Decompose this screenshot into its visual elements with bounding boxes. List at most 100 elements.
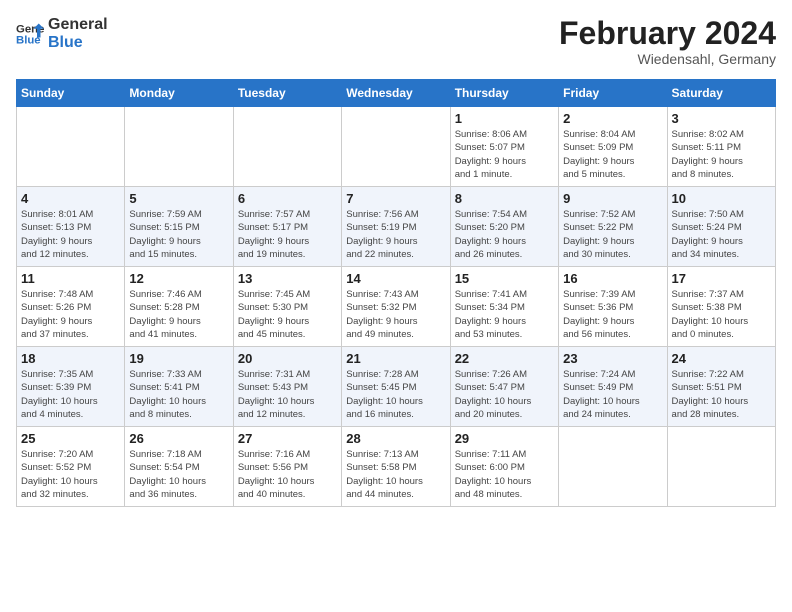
calendar-body: 1 Sunrise: 8:06 AM Sunset: 5:07 PM Daylig… bbox=[17, 107, 776, 507]
calendar-cell: 15 Sunrise: 7:41 AM Sunset: 5:34 PM Dayli… bbox=[450, 267, 558, 347]
day-number: 15 bbox=[455, 271, 554, 286]
day-info: Sunrise: 7:41 AM Sunset: 5:34 PM Dayligh… bbox=[455, 288, 554, 341]
calendar-cell bbox=[667, 427, 775, 507]
calendar-cell bbox=[559, 427, 667, 507]
day-info: Sunrise: 8:01 AM Sunset: 5:13 PM Dayligh… bbox=[21, 208, 120, 261]
calendar-table: SundayMondayTuesdayWednesdayThursdayFrid… bbox=[16, 79, 776, 507]
day-number: 4 bbox=[21, 191, 120, 206]
day-number: 16 bbox=[563, 271, 662, 286]
header-day-thursday: Thursday bbox=[450, 80, 558, 107]
day-number: 1 bbox=[455, 111, 554, 126]
calendar-header: SundayMondayTuesdayWednesdayThursdayFrid… bbox=[17, 80, 776, 107]
calendar-week-3: 18 Sunrise: 7:35 AM Sunset: 5:39 PM Dayli… bbox=[17, 347, 776, 427]
calendar-cell: 18 Sunrise: 7:35 AM Sunset: 5:39 PM Dayli… bbox=[17, 347, 125, 427]
calendar-cell: 13 Sunrise: 7:45 AM Sunset: 5:30 PM Dayli… bbox=[233, 267, 341, 347]
day-info: Sunrise: 7:35 AM Sunset: 5:39 PM Dayligh… bbox=[21, 368, 120, 421]
month-title: February 2024 bbox=[559, 16, 776, 51]
logo-icon: General Blue bbox=[16, 20, 44, 48]
logo: General Blue General Blue bbox=[16, 16, 108, 51]
calendar-cell: 14Sunrise: 7:43 AM Sunset: 5:32 PM Dayli… bbox=[342, 267, 450, 347]
calendar-cell: 21 Sunrise: 7:28 AM Sunset: 5:45 PM Dayli… bbox=[342, 347, 450, 427]
day-info: Sunrise: 7:26 AM Sunset: 5:47 PM Dayligh… bbox=[455, 368, 554, 421]
day-info: Sunrise: 7:31 AM Sunset: 5:43 PM Dayligh… bbox=[238, 368, 337, 421]
day-info: Sunrise: 7:33 AM Sunset: 5:41 PM Dayligh… bbox=[129, 368, 228, 421]
calendar-cell: 9 Sunrise: 7:52 AM Sunset: 5:22 PM Daylig… bbox=[559, 187, 667, 267]
day-number: 3 bbox=[672, 111, 771, 126]
calendar-cell: 24 Sunrise: 7:22 AM Sunset: 5:51 PM Dayli… bbox=[667, 347, 775, 427]
day-number: 14 bbox=[346, 271, 445, 286]
calendar-cell: 26 Sunrise: 7:18 AM Sunset: 5:54 PM Dayli… bbox=[125, 427, 233, 507]
day-number: 26 bbox=[129, 431, 228, 446]
day-info: Sunrise: 7:37 AM Sunset: 5:38 PM Dayligh… bbox=[672, 288, 771, 341]
calendar-cell: 6Sunrise: 7:57 AM Sunset: 5:17 PM Daylig… bbox=[233, 187, 341, 267]
day-info: Sunrise: 8:06 AM Sunset: 5:07 PM Dayligh… bbox=[455, 128, 554, 181]
day-number: 27 bbox=[238, 431, 337, 446]
header-day-tuesday: Tuesday bbox=[233, 80, 341, 107]
calendar-week-0: 1 Sunrise: 8:06 AM Sunset: 5:07 PM Daylig… bbox=[17, 107, 776, 187]
calendar-cell: 23Sunrise: 7:24 AM Sunset: 5:49 PM Dayli… bbox=[559, 347, 667, 427]
calendar-cell: 12Sunrise: 7:46 AM Sunset: 5:28 PM Dayli… bbox=[125, 267, 233, 347]
day-info: Sunrise: 7:52 AM Sunset: 5:22 PM Dayligh… bbox=[563, 208, 662, 261]
calendar-cell: 2Sunrise: 8:04 AM Sunset: 5:09 PM Daylig… bbox=[559, 107, 667, 187]
header-day-friday: Friday bbox=[559, 80, 667, 107]
header-day-saturday: Saturday bbox=[667, 80, 775, 107]
day-number: 9 bbox=[563, 191, 662, 206]
logo-general-text: General bbox=[48, 16, 108, 34]
calendar-cell: 10 Sunrise: 7:50 AM Sunset: 5:24 PM Dayli… bbox=[667, 187, 775, 267]
calendar-cell: 22 Sunrise: 7:26 AM Sunset: 5:47 PM Dayli… bbox=[450, 347, 558, 427]
day-number: 2 bbox=[563, 111, 662, 126]
day-info: Sunrise: 7:50 AM Sunset: 5:24 PM Dayligh… bbox=[672, 208, 771, 261]
calendar-week-1: 4 Sunrise: 8:01 AM Sunset: 5:13 PM Daylig… bbox=[17, 187, 776, 267]
calendar-cell: 3 Sunrise: 8:02 AM Sunset: 5:11 PM Daylig… bbox=[667, 107, 775, 187]
calendar-cell: 19Sunrise: 7:33 AM Sunset: 5:41 PM Dayli… bbox=[125, 347, 233, 427]
day-info: Sunrise: 7:48 AM Sunset: 5:26 PM Dayligh… bbox=[21, 288, 120, 341]
day-number: 25 bbox=[21, 431, 120, 446]
calendar-week-2: 11 Sunrise: 7:48 AM Sunset: 5:26 PM Dayli… bbox=[17, 267, 776, 347]
day-info: Sunrise: 7:56 AM Sunset: 5:19 PM Dayligh… bbox=[346, 208, 445, 261]
day-info: Sunrise: 7:22 AM Sunset: 5:51 PM Dayligh… bbox=[672, 368, 771, 421]
calendar-cell: 16 Sunrise: 7:39 AM Sunset: 5:36 PM Dayli… bbox=[559, 267, 667, 347]
day-info: Sunrise: 7:57 AM Sunset: 5:17 PM Dayligh… bbox=[238, 208, 337, 261]
day-number: 28 bbox=[346, 431, 445, 446]
day-number: 7 bbox=[346, 191, 445, 206]
day-info: Sunrise: 7:16 AM Sunset: 5:56 PM Dayligh… bbox=[238, 448, 337, 501]
title-area: February 2024 Wiedensahl, Germany bbox=[559, 16, 776, 67]
day-info: Sunrise: 7:45 AM Sunset: 5:30 PM Dayligh… bbox=[238, 288, 337, 341]
header-day-monday: Monday bbox=[125, 80, 233, 107]
day-number: 22 bbox=[455, 351, 554, 366]
day-info: Sunrise: 7:54 AM Sunset: 5:20 PM Dayligh… bbox=[455, 208, 554, 261]
day-info: Sunrise: 7:46 AM Sunset: 5:28 PM Dayligh… bbox=[129, 288, 228, 341]
calendar-cell bbox=[125, 107, 233, 187]
day-number: 8 bbox=[455, 191, 554, 206]
day-number: 20 bbox=[238, 351, 337, 366]
svg-text:Blue: Blue bbox=[16, 34, 41, 46]
day-info: Sunrise: 7:59 AM Sunset: 5:15 PM Dayligh… bbox=[129, 208, 228, 261]
day-number: 29 bbox=[455, 431, 554, 446]
day-number: 21 bbox=[346, 351, 445, 366]
calendar-cell: 20 Sunrise: 7:31 AM Sunset: 5:43 PM Dayli… bbox=[233, 347, 341, 427]
day-number: 23 bbox=[563, 351, 662, 366]
day-number: 11 bbox=[21, 271, 120, 286]
day-number: 5 bbox=[129, 191, 228, 206]
day-info: Sunrise: 7:13 AM Sunset: 5:58 PM Dayligh… bbox=[346, 448, 445, 501]
calendar-cell bbox=[342, 107, 450, 187]
location-subtitle: Wiedensahl, Germany bbox=[559, 51, 776, 67]
day-number: 10 bbox=[672, 191, 771, 206]
day-info: Sunrise: 8:02 AM Sunset: 5:11 PM Dayligh… bbox=[672, 128, 771, 181]
day-info: Sunrise: 7:18 AM Sunset: 5:54 PM Dayligh… bbox=[129, 448, 228, 501]
calendar-cell bbox=[233, 107, 341, 187]
calendar-cell: 11 Sunrise: 7:48 AM Sunset: 5:26 PM Dayli… bbox=[17, 267, 125, 347]
calendar-cell: 17Sunrise: 7:37 AM Sunset: 5:38 PM Dayli… bbox=[667, 267, 775, 347]
calendar-cell bbox=[17, 107, 125, 187]
day-info: Sunrise: 7:28 AM Sunset: 5:45 PM Dayligh… bbox=[346, 368, 445, 421]
calendar-cell: 25Sunrise: 7:20 AM Sunset: 5:52 PM Dayli… bbox=[17, 427, 125, 507]
day-number: 24 bbox=[672, 351, 771, 366]
day-info: Sunrise: 7:39 AM Sunset: 5:36 PM Dayligh… bbox=[563, 288, 662, 341]
day-number: 18 bbox=[21, 351, 120, 366]
day-number: 13 bbox=[238, 271, 337, 286]
header-row: SundayMondayTuesdayWednesdayThursdayFrid… bbox=[17, 80, 776, 107]
calendar-cell: 8 Sunrise: 7:54 AM Sunset: 5:20 PM Daylig… bbox=[450, 187, 558, 267]
calendar-cell: 7 Sunrise: 7:56 AM Sunset: 5:19 PM Daylig… bbox=[342, 187, 450, 267]
calendar-cell: 4 Sunrise: 8:01 AM Sunset: 5:13 PM Daylig… bbox=[17, 187, 125, 267]
calendar-cell: 5 Sunrise: 7:59 AM Sunset: 5:15 PM Daylig… bbox=[125, 187, 233, 267]
